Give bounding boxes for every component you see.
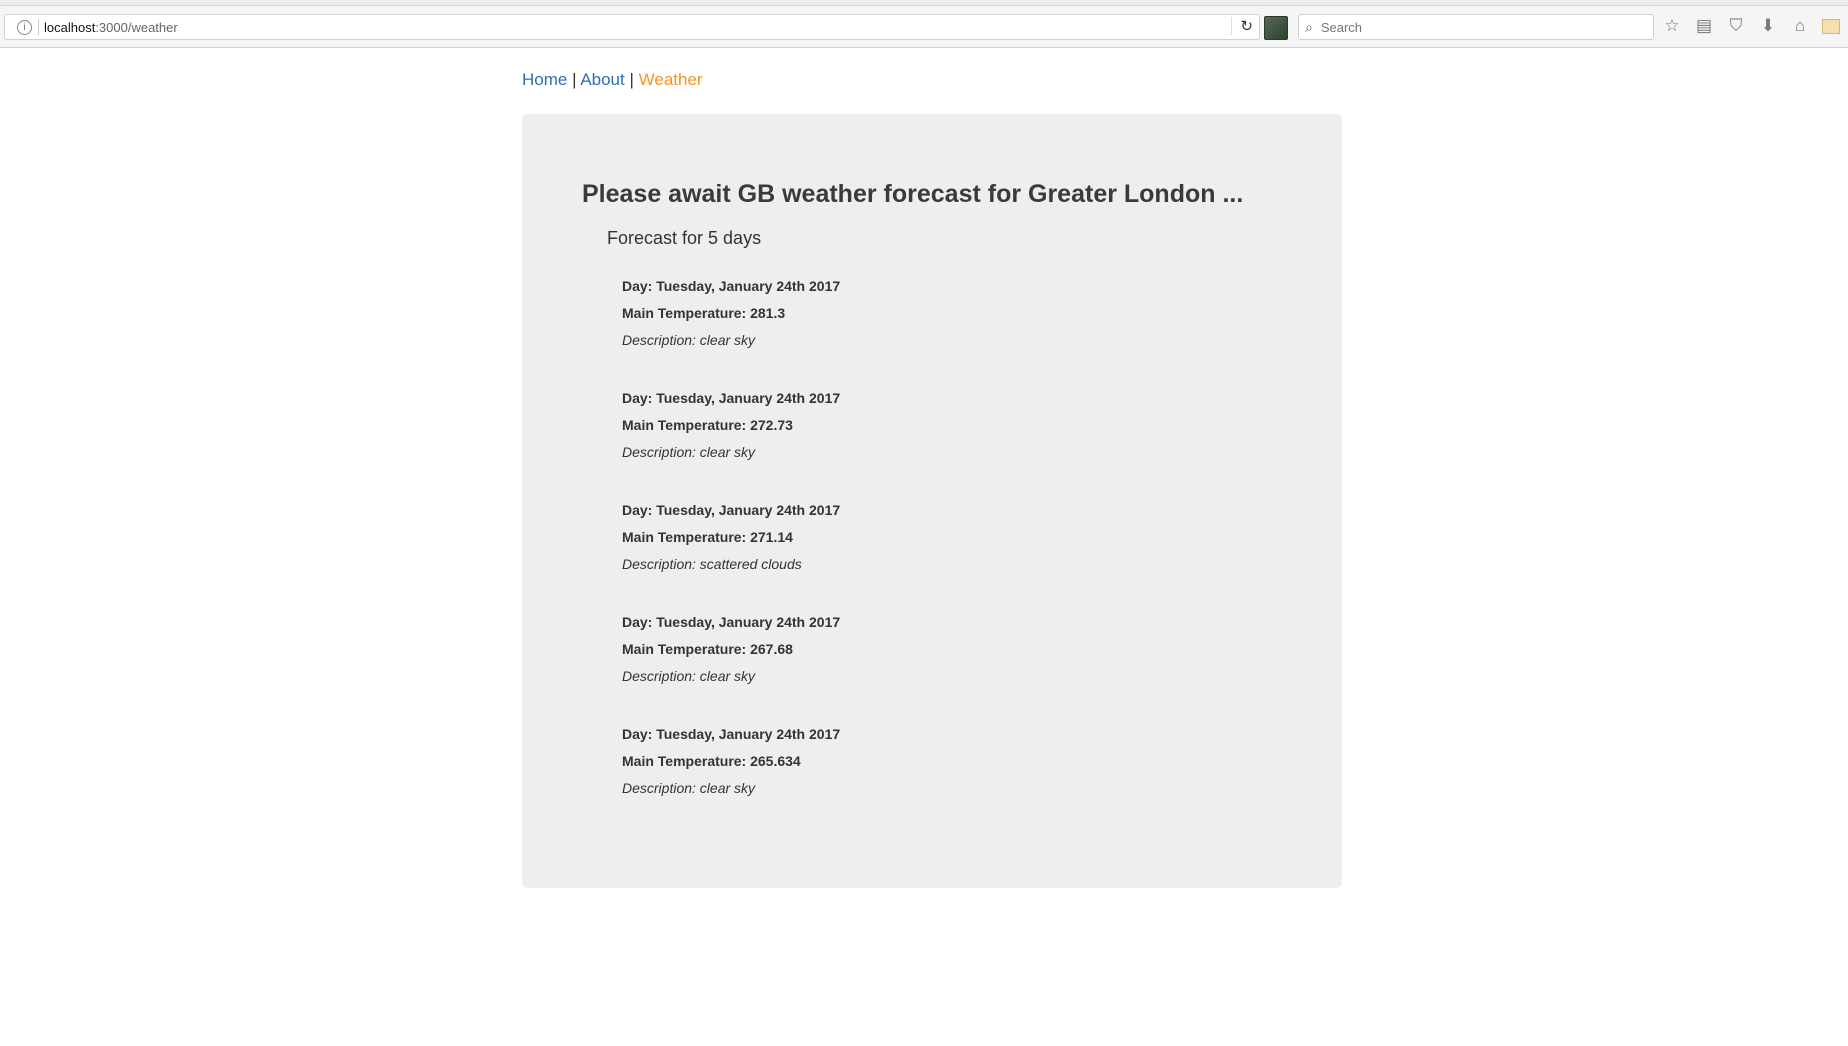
nav-separator: | xyxy=(572,70,577,89)
forecast-item: Day: Tuesday, January 24th 2017 Main Tem… xyxy=(622,726,840,838)
forecast-subtitle: Forecast for 5 days xyxy=(607,228,762,248)
forecast-day: Day: Tuesday, January 24th 2017 xyxy=(622,390,841,406)
reload-icon[interactable]: ↻ xyxy=(1231,17,1253,35)
menu-icon[interactable] xyxy=(1822,18,1840,34)
forecast-item: Day: Tuesday, January 24th 2017 Main Tem… xyxy=(622,390,840,502)
url-path: :3000/weather xyxy=(95,19,178,35)
forecast-item: Day: Tuesday, January 24th 2017 Main Tem… xyxy=(622,614,840,726)
info-icon[interactable]: i xyxy=(17,19,32,35)
forecast-item: Day: Tuesday, January 24th 2017 Main Tem… xyxy=(622,278,840,390)
divider xyxy=(38,19,39,35)
search-icon: ⌕ xyxy=(1305,18,1313,35)
nav-home-link[interactable]: Home xyxy=(522,70,567,89)
extension-icon[interactable] xyxy=(1264,16,1288,40)
forecast-temperature: Main Temperature: 272.73 xyxy=(622,417,793,433)
forecast-temperature: Main Temperature: 267.68 xyxy=(622,641,793,657)
site-nav: Home | About | Weather xyxy=(522,70,703,90)
url-text: localhost:3000/weather xyxy=(44,20,178,35)
forecast-day: Day: Tuesday, January 24th 2017 xyxy=(622,614,841,630)
forecast-temperature: Main Temperature: 265.634 xyxy=(622,753,801,769)
forecast-description: Description: clear sky xyxy=(622,780,756,796)
page-title: Please await GB weather forecast for Gre… xyxy=(582,180,1244,208)
forecast-day: Day: Tuesday, January 24th 2017 xyxy=(622,502,841,518)
browser-toolbar: i localhost:3000/weather ↻ ⌕ ☆ ▤ ⛉ ⬇ ⌂ xyxy=(0,6,1848,48)
forecast-day: Day: Tuesday, January 24th 2017 xyxy=(622,278,841,294)
forecast-day: Day: Tuesday, January 24th 2017 xyxy=(622,726,841,742)
address-bar[interactable]: i localhost:3000/weather ↻ xyxy=(4,14,1260,40)
search-box[interactable]: ⌕ xyxy=(1298,14,1654,40)
forecast-item: Day: Tuesday, January 24th 2017 Main Tem… xyxy=(622,502,840,614)
forecast-panel: Please await GB weather forecast for Gre… xyxy=(522,114,1342,888)
nav-weather-link[interactable]: Weather xyxy=(639,70,703,89)
forecast-description: Description: scattered clouds xyxy=(622,556,802,572)
url-host: localhost xyxy=(44,19,96,35)
forecast-description: Description: clear sky xyxy=(622,444,756,460)
forecast-temperature: Main Temperature: 281.3 xyxy=(622,305,786,321)
bookmark-star-icon[interactable]: ☆ xyxy=(1662,16,1682,36)
nav-separator: | xyxy=(629,70,634,89)
pocket-icon[interactable]: ⛉ xyxy=(1726,16,1746,36)
forecast-description: Description: clear sky xyxy=(622,668,756,684)
forecast-list: Day: Tuesday, January 24th 2017 Main Tem… xyxy=(622,278,840,838)
nav-about-link[interactable]: About xyxy=(580,70,624,89)
forecast-temperature: Main Temperature: 271.14 xyxy=(622,529,793,545)
reading-list-icon[interactable]: ▤ xyxy=(1694,16,1714,36)
forecast-description: Description: clear sky xyxy=(622,332,756,348)
download-icon[interactable]: ⬇ xyxy=(1758,16,1778,36)
search-input[interactable] xyxy=(1318,18,1623,36)
home-icon[interactable]: ⌂ xyxy=(1790,16,1810,36)
